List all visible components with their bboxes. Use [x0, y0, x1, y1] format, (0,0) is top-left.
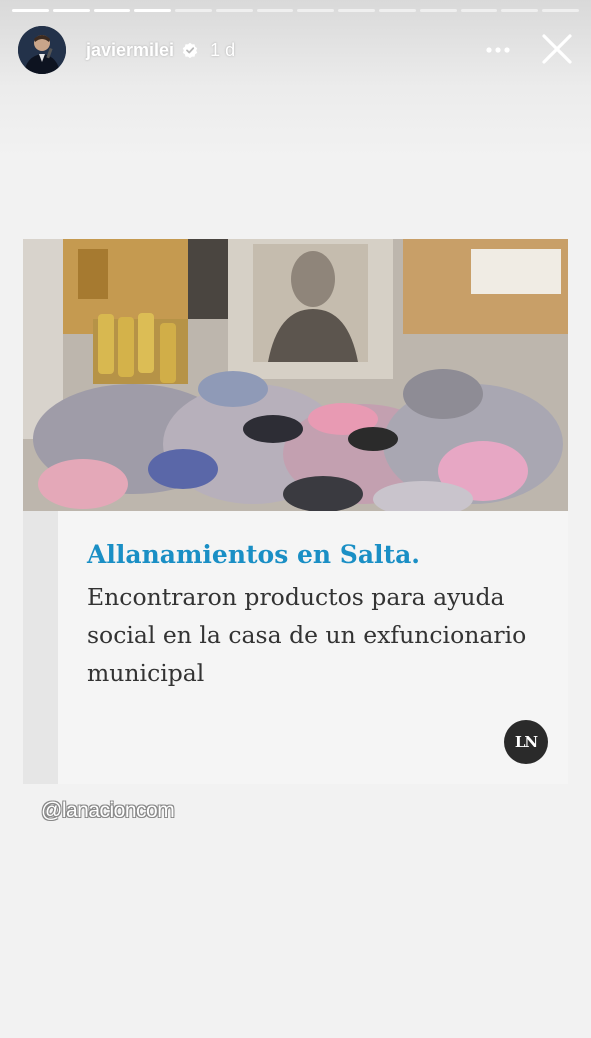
- progress-segment: [12, 9, 49, 12]
- progress-segment: [52, 9, 90, 12]
- post-time: 1 d: [210, 39, 236, 60]
- progress-segment: [379, 9, 416, 12]
- more-options-icon: [486, 47, 510, 53]
- verified-badge-icon: [182, 42, 198, 58]
- mention-sticker[interactable]: @lanacioncom: [41, 799, 175, 823]
- article-summary: Encontraron productos para ayuda social …: [87, 583, 527, 687]
- progress-segment: [501, 9, 539, 12]
- username[interactable]: javiermilei: [86, 40, 174, 61]
- card-side-strip: [23, 511, 58, 784]
- close-icon: [542, 34, 572, 64]
- progress-segment: [460, 9, 498, 12]
- la-nacion-logo: LN: [504, 720, 548, 764]
- profile-avatar[interactable]: [18, 26, 66, 74]
- article-photo-image: [23, 239, 568, 511]
- progress-segment: [542, 9, 579, 12]
- progress-segment: [297, 9, 335, 12]
- progress-segment: [134, 9, 172, 12]
- progress-segment: [93, 9, 131, 12]
- progress-segment: [338, 9, 376, 12]
- close-button[interactable]: [540, 32, 574, 66]
- avatar-image: [18, 26, 66, 74]
- article-headline: Allanamientos en Salta.: [87, 540, 420, 569]
- progress-segment: [256, 9, 294, 12]
- progress-segment: [419, 9, 457, 12]
- story-progress-bar: [12, 9, 579, 12]
- progress-segment: [175, 9, 212, 12]
- article-photo: [23, 239, 568, 511]
- progress-segment: [215, 9, 253, 12]
- more-options-button[interactable]: [484, 37, 512, 63]
- story-header: javiermilei 1 d: [18, 24, 578, 76]
- article-card[interactable]: Allanamientos en Salta. Encontraron prod…: [23, 239, 568, 784]
